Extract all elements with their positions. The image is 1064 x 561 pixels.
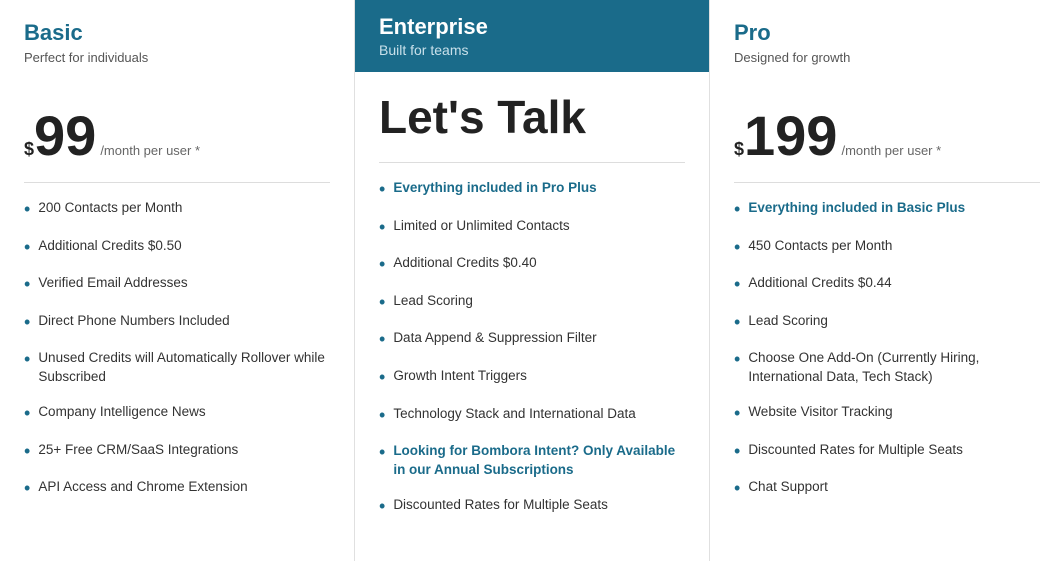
list-item: • Additional Credits $0.40 — [379, 254, 685, 276]
enterprise-feature-list: • Everything included in Pro Plus • Limi… — [379, 179, 685, 518]
basic-price-symbol: $ — [24, 140, 34, 158]
pro-divider — [734, 182, 1040, 183]
list-item: • Additional Credits $0.44 — [734, 274, 1040, 296]
list-item: • Choose One Add-On (Currently Hiring, I… — [734, 349, 1040, 387]
list-item: • Everything included in Basic Plus — [734, 199, 1040, 221]
list-item: • Technology Stack and International Dat… — [379, 405, 685, 427]
bullet-icon: • — [24, 237, 30, 259]
pro-price-block: $ 199 /month per user * — [734, 108, 1040, 164]
bullet-icon: • — [379, 496, 385, 518]
pro-feature-list: • Everything included in Basic Plus • 45… — [734, 199, 1040, 500]
pro-price-symbol: $ — [734, 140, 744, 158]
basic-plan-subtitle: Perfect for individuals — [24, 50, 330, 65]
enterprise-plan-name: Enterprise — [379, 14, 685, 40]
basic-price-block: $ 99 /month per user * — [24, 108, 330, 164]
basic-plan-name: Basic — [24, 20, 330, 46]
bullet-icon: • — [734, 403, 740, 425]
list-item: • Additional Credits $0.50 — [24, 237, 330, 259]
bullet-icon: • — [24, 312, 30, 334]
list-item: • 450 Contacts per Month — [734, 237, 1040, 259]
bullet-icon: • — [24, 441, 30, 463]
list-item: • 25+ Free CRM/SaaS Integrations — [24, 441, 330, 463]
list-item: • Lead Scoring — [734, 312, 1040, 334]
list-item: • Everything included in Pro Plus — [379, 179, 685, 201]
enterprise-divider — [379, 162, 685, 163]
list-item: • Direct Phone Numbers Included — [24, 312, 330, 334]
basic-price-suffix: /month per user * — [100, 143, 200, 158]
enterprise-plan-column: Enterprise Built for teams Let's Talk • … — [355, 0, 710, 561]
basic-plan-column: Basic Perfect for individuals $ 99 /mont… — [0, 0, 355, 561]
bullet-icon: • — [24, 349, 30, 371]
enterprise-cta: Let's Talk — [379, 90, 685, 144]
bullet-icon: • — [24, 274, 30, 296]
bullet-icon: • — [379, 405, 385, 427]
list-item: • Growth Intent Triggers — [379, 367, 685, 389]
bullet-icon: • — [379, 254, 385, 276]
bullet-icon: • — [379, 179, 385, 201]
bullet-icon: • — [734, 349, 740, 371]
bullet-icon: • — [379, 292, 385, 314]
bullet-icon: • — [24, 403, 30, 425]
basic-divider — [24, 182, 330, 183]
basic-price-amount: 99 — [34, 108, 96, 164]
pro-price-suffix: /month per user * — [841, 143, 941, 158]
list-item: • 200 Contacts per Month — [24, 199, 330, 221]
bullet-icon: • — [379, 329, 385, 351]
list-item: • Looking for Bombora Intent? Only Avail… — [379, 442, 685, 480]
list-item: • Lead Scoring — [379, 292, 685, 314]
bullet-icon: • — [379, 442, 385, 464]
list-item: • Discounted Rates for Multiple Seats — [734, 441, 1040, 463]
list-item: • Company Intelligence News — [24, 403, 330, 425]
pro-plan-name: Pro — [734, 20, 1040, 46]
bullet-icon: • — [379, 367, 385, 389]
bullet-icon: • — [734, 274, 740, 296]
pro-plan-header: Pro Designed for growth — [734, 20, 1040, 90]
basic-feature-list: • 200 Contacts per Month • Additional Cr… — [24, 199, 330, 500]
list-item: • Chat Support — [734, 478, 1040, 500]
pro-plan-subtitle: Designed for growth — [734, 50, 1040, 65]
basic-plan-header: Basic Perfect for individuals — [24, 20, 330, 90]
bullet-icon: • — [734, 237, 740, 259]
enterprise-plan-subtitle: Built for teams — [379, 42, 685, 58]
bullet-icon: • — [734, 199, 740, 221]
list-item: • Limited or Unlimited Contacts — [379, 217, 685, 239]
bullet-icon: • — [734, 441, 740, 463]
bullet-icon: • — [24, 478, 30, 500]
list-item: • Data Append & Suppression Filter — [379, 329, 685, 351]
list-item: • Verified Email Addresses — [24, 274, 330, 296]
list-item: • Unused Credits will Automatically Roll… — [24, 349, 330, 387]
list-item: • API Access and Chrome Extension — [24, 478, 330, 500]
pro-price-amount: 199 — [744, 108, 837, 164]
enterprise-plan-header: Enterprise Built for teams — [355, 0, 709, 72]
pricing-container: Basic Perfect for individuals $ 99 /mont… — [0, 0, 1064, 561]
bullet-icon: • — [24, 199, 30, 221]
pro-plan-column: Pro Designed for growth $ 199 /month per… — [710, 0, 1064, 561]
list-item: • Discounted Rates for Multiple Seats — [379, 496, 685, 518]
bullet-icon: • — [734, 478, 740, 500]
bullet-icon: • — [379, 217, 385, 239]
bullet-icon: • — [734, 312, 740, 334]
list-item: • Website Visitor Tracking — [734, 403, 1040, 425]
